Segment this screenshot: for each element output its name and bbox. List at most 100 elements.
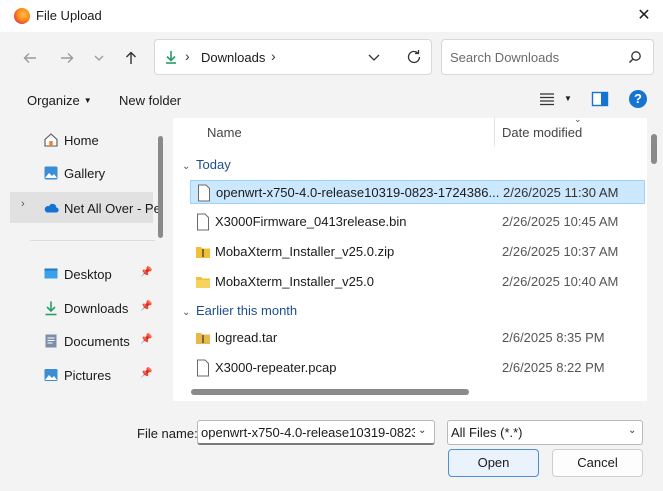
- file-name-label: File name:: [137, 426, 198, 441]
- recent-locations-button[interactable]: [87, 46, 111, 70]
- breadcrumb-separator[interactable]: ›: [271, 48, 276, 64]
- file-icon: [198, 184, 210, 202]
- sidebar-item-home[interactable]: Home: [10, 126, 153, 154]
- file-row[interactable]: MobaXterm_Installer_v25.0.zip 2/26/2025 …: [190, 240, 645, 264]
- file-type-select[interactable]: All Files (*.*) ⌄: [447, 420, 643, 445]
- address-bar[interactable]: › Downloads ›: [154, 39, 432, 75]
- sidebar-item-label: Pictures: [64, 368, 111, 383]
- column-header-name[interactable]: Name: [207, 125, 242, 140]
- search-icon[interactable]: [628, 50, 642, 64]
- folder-icon: [196, 277, 210, 288]
- documents-icon: [45, 334, 57, 348]
- group-header-earlier-this-month[interactable]: ⌄ Earlier this month: [182, 303, 297, 318]
- pin-icon[interactable]: 📌: [140, 267, 152, 278]
- file-name: MobaXterm_Installer_v25.0.zip: [215, 244, 395, 259]
- view-options-icon[interactable]: [539, 92, 555, 106]
- search-placeholder: Search Downloads: [450, 50, 560, 65]
- home-icon: [44, 133, 58, 147]
- sidebar-item-pictures[interactable]: Pictures 📌: [10, 361, 153, 389]
- sort-chevron-icon: ⌄: [574, 118, 582, 124]
- organize-menu-button[interactable]: Organize ▼: [27, 93, 92, 108]
- file-name: X3000Firmware_0413release.bin: [215, 214, 407, 229]
- sidebar-item-downloads[interactable]: Downloads 📌: [10, 294, 153, 322]
- group-label: Earlier this month: [196, 303, 298, 318]
- chevron-down-icon: [94, 55, 104, 61]
- forward-arrow-icon: [61, 53, 74, 63]
- file-list-horizontal-scrollbar[interactable]: [173, 386, 647, 398]
- back-arrow-icon: [23, 53, 36, 63]
- pin-icon[interactable]: 📌: [140, 301, 152, 312]
- sidebar-scrollbar[interactable]: [157, 118, 165, 401]
- caret-down-icon: ▼: [83, 96, 92, 105]
- desktop-icon: [44, 268, 58, 279]
- sidebar-scroll-thumb[interactable]: [158, 136, 163, 238]
- group-header-today[interactable]: ⌄ Today: [182, 157, 231, 172]
- downloads-icon: [45, 301, 57, 316]
- chevron-down-icon[interactable]: ⌄: [628, 425, 636, 436]
- help-icon[interactable]: ?: [629, 90, 647, 108]
- pictures-icon: [44, 369, 58, 381]
- pin-icon[interactable]: 📌: [140, 334, 152, 345]
- file-date: 2/26/2025 10:37 AM: [502, 244, 619, 259]
- new-folder-button[interactable]: New folder: [119, 93, 181, 108]
- vertical-scroll-thumb[interactable]: [651, 134, 657, 164]
- title-bar: File Upload ✕: [0, 0, 663, 32]
- open-button[interactable]: Open: [448, 449, 539, 477]
- firefox-icon: [14, 8, 30, 24]
- file-row[interactable]: openwrt-x750-4.0-release10319-0823-17243…: [190, 180, 645, 204]
- sidebar-item-documents[interactable]: Documents 📌: [10, 327, 153, 355]
- cancel-button[interactable]: Cancel: [552, 449, 643, 477]
- sidebar-divider: [30, 240, 155, 241]
- file-name-value[interactable]: openwrt-x750-4.0-release10319-0823-: [201, 425, 415, 440]
- horizontal-scroll-thumb[interactable]: [191, 389, 469, 395]
- zip-folder-icon: [196, 247, 210, 258]
- organize-label: Organize: [27, 93, 80, 108]
- breadcrumb-separator[interactable]: ›: [185, 48, 190, 64]
- window-title: File Upload: [36, 8, 102, 23]
- sidebar-item-label: Downloads: [64, 301, 129, 316]
- sidebar-item-gallery[interactable]: Gallery: [10, 159, 153, 187]
- address-dropdown-icon[interactable]: [367, 50, 381, 64]
- view-caret-icon[interactable]: ▼: [564, 94, 572, 103]
- file-date: 2/26/2025 10:45 AM: [502, 214, 619, 229]
- gallery-icon: [44, 166, 58, 180]
- sidebar-item-label: Gallery: [64, 166, 106, 181]
- file-row[interactable]: logread.tar 2/6/2025 8:35 PM: [190, 326, 645, 350]
- archive-icon: [196, 333, 210, 344]
- file-name: logread.tar: [215, 330, 278, 345]
- group-label: Today: [196, 157, 231, 172]
- chevron-down-icon: ⌄: [182, 161, 191, 172]
- dialog-footer: [0, 402, 663, 491]
- sidebar-item-label: Documents: [64, 334, 130, 349]
- column-header-date-modified[interactable]: Date modified: [502, 125, 582, 140]
- forward-button[interactable]: [55, 46, 79, 70]
- file-date: 2/26/2025 11:30 AM: [503, 185, 619, 200]
- chevron-down-icon[interactable]: ⌄: [418, 425, 426, 436]
- search-input[interactable]: Search Downloads: [441, 39, 654, 75]
- refresh-icon[interactable]: [405, 48, 423, 66]
- up-button[interactable]: [119, 46, 143, 70]
- file-name-input[interactable]: openwrt-x750-4.0-release10319-0823- ⌄: [197, 420, 435, 445]
- file-name: openwrt-x750-4.0-release10319-0823-17243…: [216, 185, 500, 200]
- chevron-down-icon: ⌄: [182, 307, 191, 318]
- file-icon: [197, 359, 209, 377]
- file-date: 2/26/2025 10:40 AM: [502, 274, 619, 289]
- download-icon: [166, 51, 176, 64]
- expand-chevron-icon[interactable]: ›: [21, 198, 25, 210]
- back-button[interactable]: [18, 46, 42, 70]
- file-type-value: All Files (*.*): [451, 425, 523, 440]
- sidebar-item-onedrive[interactable]: › Net All Over - Pe: [10, 192, 161, 223]
- close-button[interactable]: ✕: [632, 4, 656, 28]
- file-row[interactable]: X3000-repeater.pcap 2/6/2025 8:22 PM: [190, 356, 645, 380]
- file-row[interactable]: MobaXterm_Installer_v25.0 2/26/2025 10:4…: [190, 270, 645, 294]
- preview-pane-icon[interactable]: [591, 91, 609, 107]
- file-list-vertical-scrollbar[interactable]: [648, 118, 660, 388]
- sidebar-item-label: Net All Over - Pe: [64, 201, 161, 216]
- file-list: Name ⌄ Date modified ⌄ Today openwrt-x750…: [173, 118, 647, 401]
- sidebar-item-desktop[interactable]: Desktop 📌: [10, 260, 153, 288]
- column-separator[interactable]: [494, 118, 495, 146]
- breadcrumb-downloads[interactable]: Downloads: [201, 50, 265, 65]
- file-row[interactable]: X3000Firmware_0413release.bin 2/26/2025 …: [190, 210, 645, 234]
- file-name: X3000-repeater.pcap: [215, 360, 337, 375]
- pin-icon[interactable]: 📌: [140, 368, 152, 379]
